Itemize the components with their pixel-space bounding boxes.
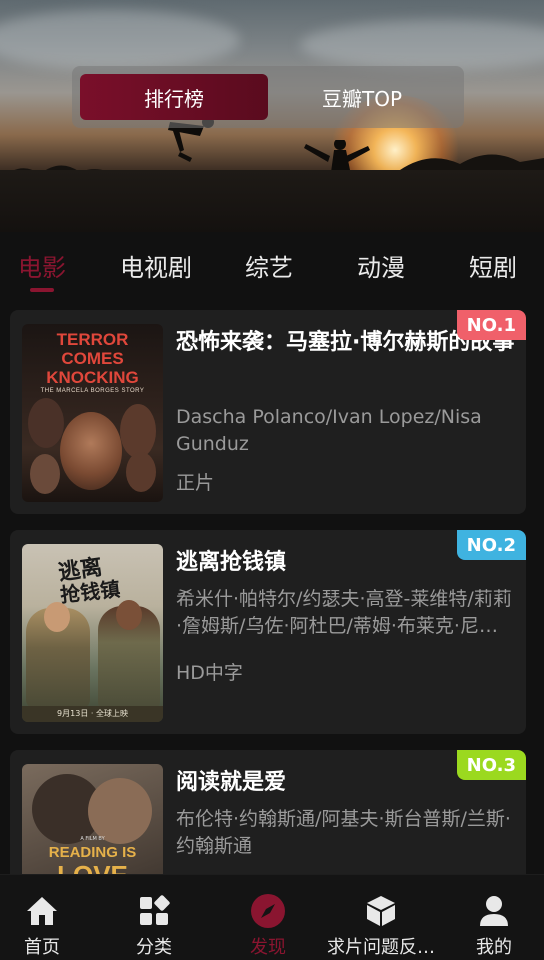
- cube-icon: [363, 893, 399, 929]
- nav-label: 求片问题反…: [327, 937, 435, 958]
- poster-title-line: TERROR: [56, 330, 129, 349]
- poster-title-line: READING IS: [48, 844, 137, 861]
- tab-movie[interactable]: 电影: [18, 248, 66, 283]
- nav-label: 分类: [136, 937, 172, 958]
- movie-card[interactable]: A FILM BY READING IS LOVE 阅读就是爱 布伦特·约翰斯通…: [10, 750, 526, 874]
- tab-short-drama[interactable]: 短剧: [468, 248, 518, 283]
- nav-discover[interactable]: 发现: [226, 875, 310, 960]
- nav-label: 首页: [24, 937, 60, 958]
- nav-label: 我的: [476, 937, 512, 958]
- rank-badge: NO.2: [456, 530, 526, 560]
- tab-tv-series[interactable]: 电视剧: [118, 248, 194, 283]
- ranking-segmented-control: 排行榜 豆瓣TOP: [72, 66, 464, 128]
- nav-profile[interactable]: 我的: [452, 875, 536, 960]
- compass-icon: [250, 893, 286, 929]
- ranking-list: TERROR COMES KNOCKING THE MARCELA BORGES…: [0, 308, 544, 874]
- movie-poster: A FILM BY READING IS LOVE: [22, 764, 163, 874]
- tab-variety[interactable]: 综艺: [244, 248, 294, 283]
- rank-badge: NO.3: [456, 750, 526, 780]
- bottom-navigation: 首页 分类 发现 求片问题反… 我的: [0, 874, 544, 960]
- tab-anime[interactable]: 动漫: [356, 248, 406, 283]
- movie-quality: 正片: [176, 472, 215, 494]
- movie-cast: Dascha Polanco/Ivan Lopez/Nisa Gunduz: [176, 406, 482, 455]
- movie-poster: 逃离 抢钱镇 9月13日 · 全球上映: [22, 544, 163, 722]
- category-tabs: 电影 电视剧 综艺 动漫 短剧: [0, 232, 544, 308]
- movie-poster: TERROR COMES KNOCKING THE MARCELA BORGES…: [22, 324, 163, 502]
- nav-label: 发现: [250, 937, 286, 958]
- nav-home[interactable]: 首页: [0, 875, 84, 960]
- movie-quality: HD中字: [176, 662, 243, 684]
- home-icon: [24, 893, 60, 929]
- poster-footer: 9月13日 · 全球上映: [57, 709, 128, 718]
- user-icon: [476, 893, 512, 929]
- movie-cast: 希米什·帕特尔/约瑟夫·高登-莱维特/莉莉·詹姆斯/乌佐·阿杜巴/蒂姆·布莱克·…: [176, 588, 512, 637]
- hero-banner: 排行榜 豆瓣TOP: [0, 0, 544, 232]
- poster-title-line: COMES: [61, 349, 124, 368]
- movie-card[interactable]: 逃离 抢钱镇 9月13日 · 全球上映 逃离抢钱镇 希米什·帕特尔/约瑟夫·高登…: [10, 530, 526, 734]
- poster-calligraphy: 抢钱镇: [59, 576, 122, 608]
- category-icon: [136, 893, 172, 929]
- poster-subtitle: THE MARCELA BORGES STORY: [40, 388, 145, 394]
- movie-card[interactable]: TERROR COMES KNOCKING THE MARCELA BORGES…: [10, 310, 526, 514]
- nav-category[interactable]: 分类: [112, 875, 196, 960]
- active-tab-indicator: [30, 288, 54, 292]
- nav-request-feedback[interactable]: 求片问题反…: [322, 875, 440, 960]
- poster-title-line: KNOCKING: [46, 368, 139, 387]
- rank-badge: NO.1: [456, 310, 526, 340]
- segment-ranking[interactable]: 排行榜: [80, 74, 268, 120]
- poster-title-line: LOVE: [22, 860, 163, 874]
- poster-credit: A FILM BY: [80, 836, 105, 842]
- segment-douban-top[interactable]: 豆瓣TOP: [268, 74, 456, 120]
- movie-cast: 布伦特·约翰斯通/阿基夫·斯台普斯/兰斯·约翰斯通: [176, 808, 511, 857]
